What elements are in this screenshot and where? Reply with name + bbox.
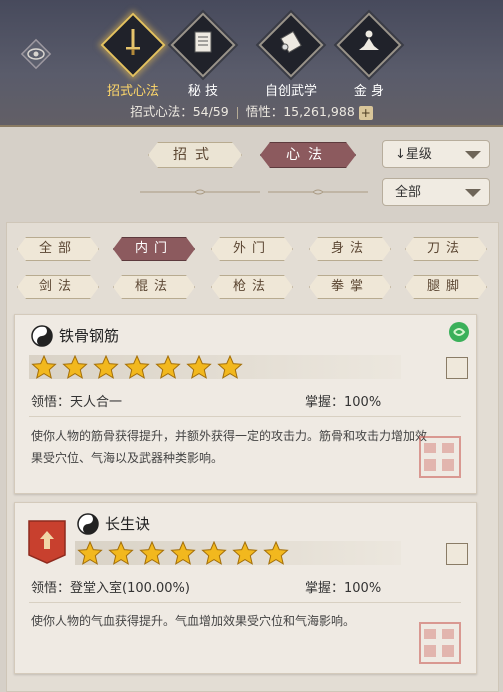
star-icon (62, 354, 88, 379)
insight-text: 领悟：天人合一 (31, 395, 123, 410)
filter-inner[interactable]: 内门 (113, 237, 195, 261)
sword-icon (126, 29, 140, 55)
star-icon (232, 540, 258, 565)
filter-sword[interactable]: 剑法 (17, 275, 99, 299)
stats-bar: 招式心法：54/59 悟性：15,261,988 + (0, 101, 503, 120)
add-wisdom-button[interactable]: + (358, 105, 373, 120)
filter-saber[interactable]: 刀法 (405, 237, 487, 261)
tab-label: 招式心法 (106, 84, 159, 99)
star-icon (263, 540, 289, 565)
tab-moves-mind[interactable]: 招式心法 (98, 12, 168, 99)
filter-movement[interactable]: 身法 (309, 237, 391, 261)
scroll-icon (280, 30, 302, 54)
tab-custom-martial[interactable]: 自创武学 (256, 12, 326, 99)
filter-all[interactable]: 全部 (17, 237, 99, 261)
filter-spear[interactable]: 枪法 (211, 275, 293, 299)
filter-fist[interactable]: 拳掌 (309, 275, 391, 299)
segment-moves[interactable]: 招式 (148, 142, 242, 168)
filter-leg[interactable]: 腿脚 (405, 275, 487, 299)
star-icon (31, 354, 57, 379)
skill-card[interactable]: 长生诀 领悟：登堂入室(100.00%) 掌握：100% 使你人物的气血获得提升… (14, 502, 477, 674)
wisdom-value: 悟性：15,261,988 (245, 104, 355, 119)
meditation-icon (359, 30, 379, 50)
star-icon (186, 354, 212, 379)
yin-yang-icon (31, 325, 53, 347)
segment-mind[interactable]: 心法 (260, 142, 356, 168)
star-icon (108, 540, 134, 565)
tab-label: 自创武学 (264, 84, 317, 99)
skill-description: 使你人物的筋骨获得提升，并额外获得一定的攻击力。筋骨和攻击力增加效果受穴位、气海… (31, 429, 428, 465)
skill-card[interactable]: 铁骨钢筋 领悟：天人合一 掌握：100% 使你人物的筋骨获得提升，并额外获得一定… (14, 314, 477, 494)
star-rating (77, 540, 289, 565)
tab-golden-body[interactable]: 金 身 (334, 12, 404, 99)
book-icon (194, 31, 212, 53)
mastery-text: 掌握：100% (305, 581, 382, 596)
mastery-text: 掌握：100% (305, 395, 382, 410)
divider (29, 602, 461, 603)
tab-secret-skills[interactable]: 秘 技 (168, 12, 238, 99)
ornament-divider (268, 189, 368, 195)
star-icon (93, 354, 119, 379)
skill-name: 长生诀 (105, 515, 151, 533)
sort-dropdown[interactable]: ↓星级 (382, 140, 490, 168)
skill-type-icon[interactable] (446, 357, 468, 379)
seal-stamp-icon (419, 622, 461, 664)
star-icon (124, 354, 150, 379)
star-icon (77, 540, 103, 565)
skill-type-icon[interactable] (446, 543, 468, 565)
rank-banner-icon (28, 520, 66, 564)
star-icon (155, 354, 181, 379)
chevron-down-icon (465, 189, 481, 197)
eye-icon[interactable] (18, 36, 54, 72)
tab-label: 金 身 (353, 84, 385, 99)
star-icon (201, 540, 227, 565)
star-icon (170, 540, 196, 565)
top-header: 招式心法 秘 技 自创武学 金 身 招式心法：54/59 悟性：15,261,98… (0, 0, 503, 127)
skill-count: 招式心法：54/59 (130, 104, 229, 119)
tab-label: 秘 技 (187, 84, 219, 99)
divider (29, 416, 461, 417)
skill-name: 铁骨钢筋 (59, 327, 120, 345)
seal-stamp-icon (419, 436, 461, 478)
filter-dropdown[interactable]: 全部 (382, 178, 490, 206)
insight-text: 领悟：登堂入室(100.00%) (31, 581, 190, 596)
star-icon (217, 354, 243, 379)
filter-staff[interactable]: 棍法 (113, 275, 195, 299)
star-rating (31, 354, 243, 379)
ornament-divider (140, 189, 260, 195)
chevron-down-icon (465, 151, 481, 159)
swirl-icon[interactable] (448, 321, 470, 343)
yin-yang-icon (77, 513, 99, 535)
star-icon (139, 540, 165, 565)
skill-description: 使你人物的气血获得提升。气血增加效果受穴位和气海影响。 (31, 614, 356, 628)
filter-outer[interactable]: 外门 (211, 237, 293, 261)
